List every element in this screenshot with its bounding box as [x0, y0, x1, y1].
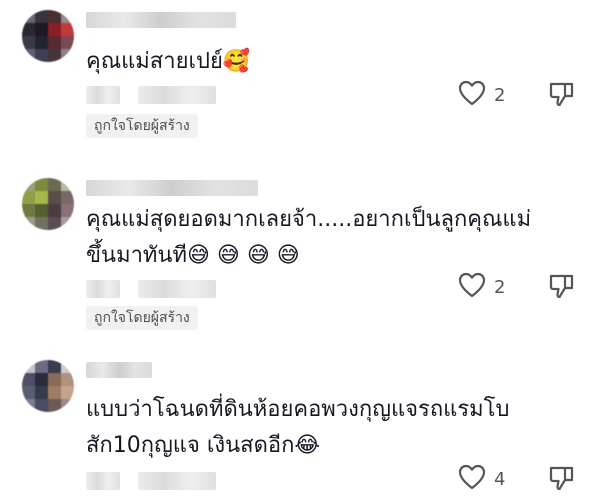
comment-meta-blurred: [86, 472, 216, 490]
like-button[interactable]: 2: [458, 272, 505, 302]
comment-text: คุณแม่สุดยอดมากเลยจ้า.....อยากเป็นลูกคุณ…: [86, 202, 531, 274]
thumbs-down-outline-icon: [548, 466, 576, 496]
liked-by-creator-badge: ถูกใจโดยผู้สร้าง: [86, 306, 198, 330]
comment-meta-blurred: [86, 280, 216, 298]
like-count: 4: [494, 468, 506, 490]
like-button[interactable]: 2: [458, 80, 505, 110]
heart-outline-icon: [458, 80, 486, 110]
comment-meta-blurred: [86, 86, 216, 104]
like-count: 2: [494, 84, 506, 106]
comment-text-line: คุณแม่สายเปย์🥰: [86, 49, 251, 74]
dislike-button[interactable]: [548, 464, 576, 496]
comment-text-line: ขึ้นมาทันที😅 😅 😅 😅: [86, 243, 300, 268]
comment-list: คุณแม่สายเปย์🥰 2 ถูกใจโดยผู้สร้าง คุณแม่…: [0, 0, 600, 501]
heart-outline-icon: [458, 272, 486, 302]
username-blurred[interactable]: [86, 362, 152, 378]
thumbs-down-outline-icon: [548, 82, 576, 112]
dislike-button[interactable]: [548, 80, 576, 112]
comment-text: คุณแม่สายเปย์🥰: [86, 44, 250, 80]
username-blurred[interactable]: [86, 12, 236, 28]
comment-text: แบบว่าโฉนดที่ดินห้อยคอพวงกุญแจรถแรมโบ สั…: [86, 392, 509, 464]
thumbs-down-outline-icon: [548, 274, 576, 304]
comment-text-line: แบบว่าโฉนดที่ดินห้อยคอพวงกุญแจรถแรมโบ: [86, 397, 510, 422]
avatar[interactable]: [22, 178, 74, 230]
dislike-button[interactable]: [548, 272, 576, 304]
liked-by-creator-badge: ถูกใจโดยผู้สร้าง: [86, 114, 198, 138]
username-blurred[interactable]: [86, 180, 258, 196]
comment-text-line: สัก10กุญแจ เงินสดอีก😂: [86, 433, 321, 458]
avatar[interactable]: [22, 10, 74, 62]
avatar[interactable]: [22, 360, 74, 412]
comment-text-line: คุณแม่สุดยอดมากเลยจ้า.....อยากเป็นลูกคุณ…: [86, 207, 532, 232]
heart-outline-icon: [458, 464, 486, 494]
like-button[interactable]: 4: [458, 464, 505, 494]
like-count: 2: [494, 276, 506, 298]
